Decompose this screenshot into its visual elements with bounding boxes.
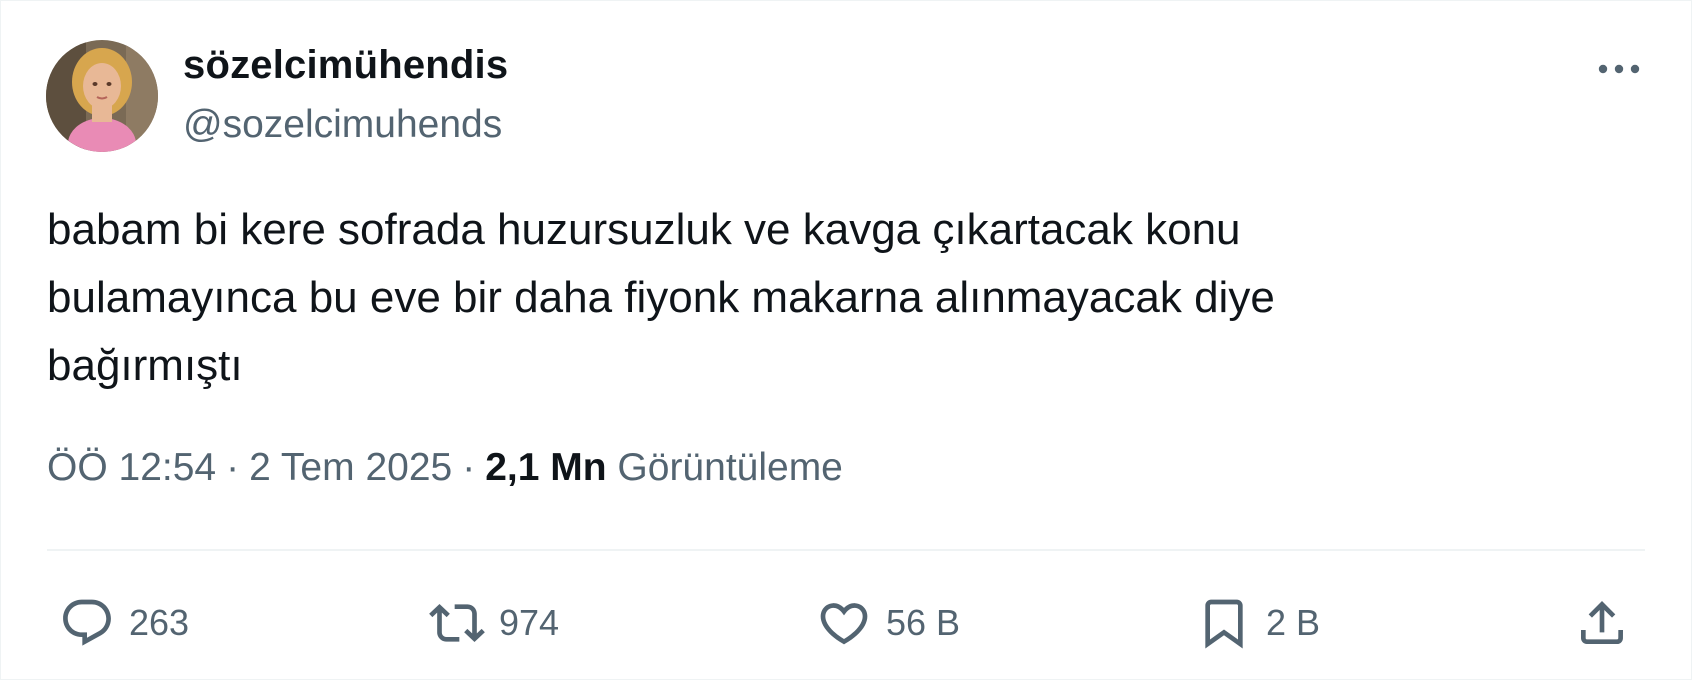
speech-bubble-icon — [63, 599, 111, 646]
heart-icon — [820, 603, 868, 645]
share-upload-icon — [1581, 601, 1623, 644]
meta-separator: · — [462, 446, 476, 489]
bookmark-icon — [1205, 599, 1243, 649]
more-options-button[interactable] — [1591, 51, 1647, 87]
views-label: Görüntüleme — [617, 446, 843, 489]
avatar-image — [46, 40, 158, 152]
tweet-date[interactable]: 2 Tem 2025 — [249, 446, 452, 489]
meta-separator: · — [226, 446, 240, 489]
tweet-time[interactable]: ÖÖ 12:54 — [47, 446, 216, 489]
bookmark-count: 2 B — [1266, 602, 1321, 643]
reply-count: 263 — [129, 602, 190, 643]
repost-button[interactable]: 974 — [429, 591, 559, 655]
tweet-card: sözelcimühendis @sozelcimuhends babam bi… — [0, 0, 1692, 680]
like-count: 56 B — [886, 602, 961, 643]
user-handle[interactable]: @sozelcimuhends — [183, 103, 502, 147]
reply-button[interactable]: 263 — [59, 591, 189, 655]
more-horizontal-icon — [1598, 64, 1640, 74]
tweet-text-line: bulamayınca bu eve bir daha fiyonk makar… — [47, 273, 1275, 322]
share-button[interactable] — [1574, 591, 1630, 655]
tweet-text: babam bi kere sofrada huzursuzluk ve kav… — [47, 196, 1607, 400]
views-count: 2,1 Mn — [485, 446, 607, 489]
tweet-text-line: babam bi kere sofrada huzursuzluk ve kav… — [47, 205, 1241, 254]
like-button[interactable]: 56 B — [816, 591, 960, 655]
bookmark-button[interactable]: 2 B — [1196, 591, 1320, 655]
avatar[interactable] — [46, 40, 158, 152]
repost-count: 974 — [499, 602, 560, 643]
display-name[interactable]: sözelcimühendis — [183, 43, 508, 88]
tweet-meta: ÖÖ 12:54 · 2 Tem 2025 · 2,1 Mn Görüntüleme — [47, 446, 843, 490]
retweet-arrows-icon — [429, 604, 485, 642]
divider — [47, 549, 1645, 551]
tweet-text-line: bağırmıştı — [47, 341, 243, 390]
